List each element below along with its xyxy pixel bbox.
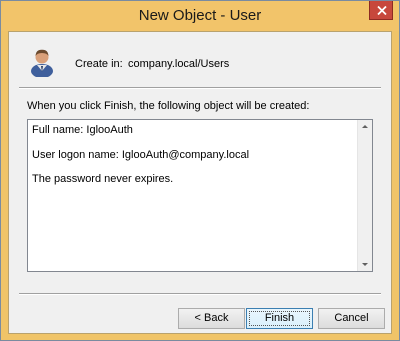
separator	[19, 293, 381, 295]
create-in-label: Create in:	[75, 58, 123, 70]
close-button[interactable]	[369, 1, 393, 20]
focus-rectangle	[249, 311, 310, 326]
back-button[interactable]: < Back	[178, 308, 245, 329]
window-title: New Object - User	[138, 7, 262, 24]
summary-logon-name: User logon name: IglooAuth@company.local	[32, 149, 250, 161]
info-label: When you click Finish, the following obj…	[27, 100, 310, 112]
create-in-path: company.local/Users	[128, 58, 230, 70]
separator	[19, 87, 381, 89]
summary-full-name: Full name: IglooAuth	[32, 124, 133, 136]
new-object-user-dialog: New Object - User Create in: company.loc…	[0, 0, 400, 341]
vertical-scrollbar[interactable]	[357, 120, 372, 271]
dialog-body: Create in: company.local/Users When you …	[8, 31, 392, 334]
scroll-up-arrow-icon[interactable]	[362, 125, 368, 128]
summary-password-note: The password never expires.	[32, 173, 174, 185]
cancel-button[interactable]: Cancel	[318, 308, 385, 329]
finish-button[interactable]: Finish	[246, 308, 313, 329]
user-icon	[29, 47, 55, 78]
summary-textbox[interactable]: Full name: IglooAuth User logon name: Ig…	[27, 119, 373, 272]
scroll-down-arrow-icon[interactable]	[362, 263, 368, 266]
title-bar[interactable]: New Object - User	[1, 1, 399, 31]
close-icon	[377, 6, 387, 15]
